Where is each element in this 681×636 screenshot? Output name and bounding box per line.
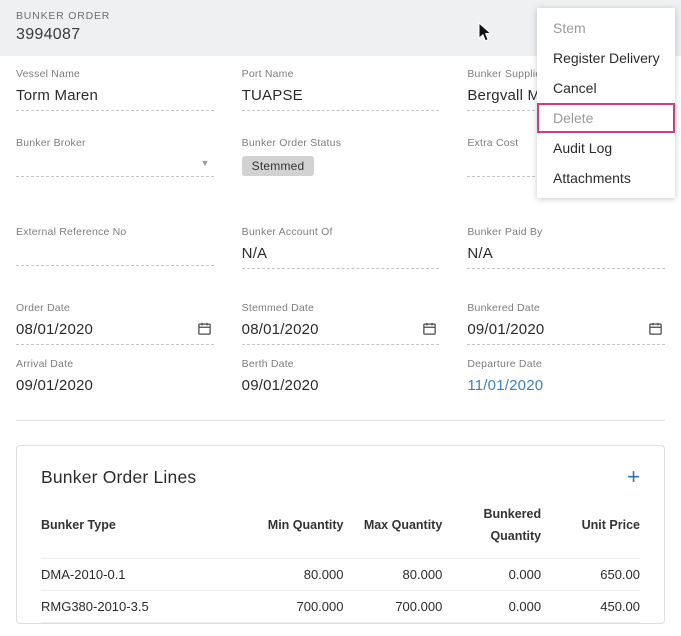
cell-min-quantity: 700.000 [245, 590, 344, 622]
field-label: Vessel Name [16, 68, 214, 80]
field-label: Port Name [242, 68, 440, 80]
field-stemmed-date: Stemmed Date 08/01/2020 [242, 302, 440, 345]
order-lines-table: Bunker Type Min Quantity Max Quantity Bu… [41, 498, 640, 623]
field-label: Bunker Paid By [467, 226, 665, 238]
chevron-down-icon: ▼ [201, 158, 210, 168]
add-order-line-button[interactable]: + [627, 466, 640, 488]
stemmed-date-input[interactable]: 08/01/2020 [242, 321, 440, 345]
calendar-icon[interactable] [648, 321, 663, 339]
order-date-value: 08/01/2020 [16, 321, 93, 338]
bunker-order-status: Stemmed [242, 156, 440, 182]
order-lines-table-wrap: Bunker Type Min Quantity Max Quantity Bu… [17, 498, 664, 623]
menu-item-register-delivery[interactable]: Register Delivery [537, 43, 675, 73]
departure-date-link[interactable]: 11/01/2020 [467, 377, 665, 400]
menu-item-delete[interactable]: Delete [537, 103, 675, 133]
bunker-account-of-input[interactable]: N/A [242, 245, 440, 269]
menu-item-attachments[interactable]: Attachments [537, 163, 675, 193]
stemmed-date-value: 08/01/2020 [242, 321, 319, 338]
vessel-name-input[interactable]: Torm Maren [16, 87, 214, 111]
menu-item-audit-log[interactable]: Audit Log [537, 133, 675, 163]
calendar-icon[interactable] [197, 321, 212, 339]
cell-bunker-type: RMG380-2010-3.5 [41, 590, 245, 622]
field-bunkered-date: Bunkered Date 09/01/2020 [467, 302, 665, 345]
field-label: Berth Date [242, 358, 440, 370]
table-header-row: Bunker Type Min Quantity Max Quantity Bu… [41, 498, 640, 558]
field-bunker-account-of: Bunker Account Of N/A [242, 226, 440, 269]
card-header: Bunker Order Lines + [17, 446, 664, 498]
field-label: External Reference No [16, 226, 214, 238]
field-label: Bunker Broker [16, 137, 214, 149]
menu-item-stem[interactable]: Stem [537, 13, 675, 43]
cell-bunkered-quantity: 0.000 [442, 590, 541, 622]
cell-bunkered-quantity: 0.000 [442, 558, 541, 590]
field-vessel-name: Vessel Name Torm Maren [16, 68, 214, 111]
col-unit-price: Unit Price [541, 498, 640, 558]
arrival-date-value: 09/01/2020 [16, 377, 214, 400]
field-order-date: Order Date 08/01/2020 [16, 302, 214, 345]
cell-max-quantity: 80.000 [343, 558, 442, 590]
field-label: Bunkered Date [467, 302, 665, 314]
field-bunker-broker: Bunker Broker ▼ [16, 137, 214, 182]
bunkered-date-input[interactable]: 09/01/2020 [467, 321, 665, 345]
field-label: Departure Date [467, 358, 665, 370]
bunkered-date-value: 09/01/2020 [467, 321, 544, 338]
col-bunkered-quantity: Bunkered Quantity [442, 498, 541, 558]
section-divider [16, 420, 665, 421]
field-bunker-paid-by: Bunker Paid By N/A [467, 226, 665, 269]
field-label: Order Date [16, 302, 214, 314]
status-badge: Stemmed [242, 156, 315, 176]
calendar-icon[interactable] [422, 321, 437, 339]
table-row[interactable]: RMG380-2010-3.5 700.000 700.000 0.000 45… [41, 590, 640, 622]
order-date-input[interactable]: 08/01/2020 [16, 321, 214, 345]
col-max-quantity: Max Quantity [343, 498, 442, 558]
table-row[interactable]: DMA-2010-0.1 80.000 80.000 0.000 650.00 [41, 558, 640, 590]
field-external-reference-no: External Reference No [16, 226, 214, 269]
field-port-name: Port Name TUAPSE [242, 68, 440, 111]
menu-item-cancel[interactable]: Cancel [537, 73, 675, 103]
cell-min-quantity: 80.000 [245, 558, 344, 590]
field-berth-date: Berth Date 09/01/2020 [242, 358, 440, 400]
port-name-input[interactable]: TUAPSE [242, 87, 440, 111]
external-reference-no-input[interactable] [16, 245, 214, 266]
context-menu: Stem Register Delivery Cancel Delete Aud… [537, 8, 675, 198]
field-label: Bunker Account Of [242, 226, 440, 238]
field-arrival-date: Arrival Date 09/01/2020 [16, 358, 214, 400]
field-departure-date: Departure Date 11/01/2020 [467, 358, 665, 400]
col-min-quantity: Min Quantity [245, 498, 344, 558]
cell-unit-price: 650.00 [541, 558, 640, 590]
col-bunker-type: Bunker Type [41, 498, 245, 558]
field-bunker-order-status: Bunker Order Status Stemmed [242, 137, 440, 182]
field-label: Stemmed Date [242, 302, 440, 314]
cell-max-quantity: 700.000 [343, 590, 442, 622]
berth-date-value: 09/01/2020 [242, 377, 440, 400]
bunker-order-lines-card: Bunker Order Lines + Bunker Type Min Qua… [16, 445, 665, 624]
cell-bunker-type: DMA-2010-0.1 [41, 558, 245, 590]
cell-unit-price: 450.00 [541, 590, 640, 622]
bunker-broker-select[interactable]: ▼ [16, 156, 214, 177]
bunker-paid-by-input[interactable]: N/A [467, 245, 665, 269]
field-label: Arrival Date [16, 358, 214, 370]
card-title: Bunker Order Lines [41, 467, 196, 488]
field-label: Bunker Order Status [242, 137, 440, 149]
